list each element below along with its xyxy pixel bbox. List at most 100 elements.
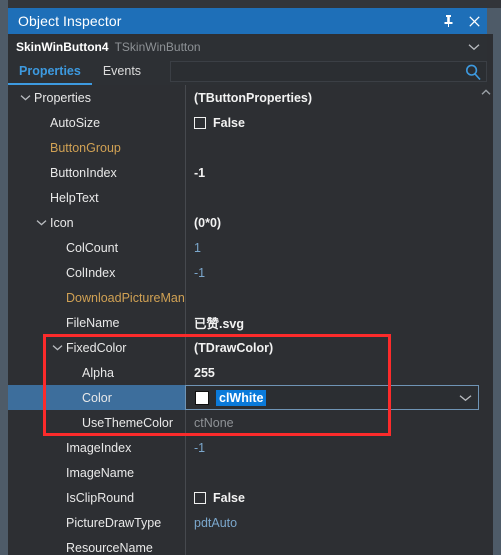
property-row[interactable]: ImageName	[8, 460, 479, 485]
property-value-cell[interactable]: (TDrawColor)	[185, 335, 479, 360]
checkbox-unchecked-icon[interactable]	[194, 491, 206, 504]
object-selector[interactable]: SkinWinButton4 TSkinWinButton	[8, 36, 487, 59]
property-grid[interactable]: Properties (TButtonProperties) AutoSize Fal…	[8, 85, 479, 555]
property-row[interactable]: ImageIndex -1	[8, 435, 479, 460]
property-name-cell[interactable]: ResourceName	[8, 535, 185, 555]
property-name-cell[interactable]: Properties	[8, 85, 185, 110]
property-name-label: ResourceName	[66, 540, 153, 555]
property-row[interactable]: ButtonGroup	[8, 135, 479, 160]
tab-properties[interactable]: Properties	[8, 58, 92, 85]
property-row[interactable]: ColCount 1	[8, 235, 479, 260]
chevron-down-icon[interactable]	[50, 335, 64, 360]
pin-icon[interactable]	[435, 8, 461, 34]
property-name-label: ButtonGroup	[50, 140, 121, 155]
property-value-cell[interactable]: False	[185, 485, 479, 510]
property-name-label: ColIndex	[66, 265, 116, 280]
chevron-up-icon[interactable]	[479, 85, 493, 99]
property-name-cell[interactable]: Alpha	[8, 360, 185, 385]
property-row[interactable]: ButtonIndex -1	[8, 160, 479, 185]
chevron-down-icon[interactable]	[18, 85, 32, 110]
property-value-cell[interactable]: 已赞.svg	[185, 310, 479, 335]
property-value-cell[interactable]: False	[185, 110, 479, 135]
property-row[interactable]: ResourceName	[8, 535, 479, 555]
property-value-text: ctNone	[194, 415, 234, 430]
property-name-cell[interactable]: ColCount	[8, 235, 185, 260]
property-name-cell[interactable]: FileName	[8, 310, 185, 335]
property-value-text: False	[213, 490, 245, 505]
property-row[interactable]: Alpha 255	[8, 360, 479, 385]
property-value-cell[interactable]: ctNone	[185, 410, 479, 435]
property-value-cell[interactable]: -1	[185, 260, 479, 285]
property-name-cell[interactable]: ColIndex	[8, 260, 185, 285]
page-title: Object Inspector	[18, 13, 122, 29]
property-value-cell[interactable]: 1	[185, 235, 479, 260]
property-name-label: IsClipRound	[66, 490, 135, 505]
property-row[interactable]: DownloadPictureMana	[8, 285, 479, 310]
property-name-cell[interactable]: Color	[8, 385, 185, 410]
property-row[interactable]: AutoSize False	[8, 110, 479, 135]
object-class: TSkinWinButton	[114, 40, 201, 54]
chevron-down-icon[interactable]	[452, 394, 478, 402]
property-name-label: DownloadPictureMana	[66, 290, 185, 305]
property-value-cell[interactable]: 255	[185, 360, 479, 385]
property-name-cell[interactable]: UseThemeColor	[8, 410, 185, 435]
property-name-label: Properties	[34, 90, 91, 105]
property-name-label: ButtonIndex	[50, 165, 117, 180]
search-input[interactable]	[171, 62, 486, 81]
property-row[interactable]: IsClipRound False	[8, 485, 479, 510]
property-value-cell[interactable]	[185, 535, 479, 555]
property-row[interactable]: Properties (TButtonProperties)	[8, 85, 479, 110]
property-name-cell[interactable]: ImageName	[8, 460, 185, 485]
top-strip	[0, 0, 501, 8]
search-field[interactable]	[170, 61, 487, 82]
property-row[interactable]: ColIndex -1	[8, 260, 479, 285]
property-row[interactable]: HelpText	[8, 185, 479, 210]
vertical-scrollbar[interactable]	[479, 85, 493, 555]
property-name-cell[interactable]: HelpText	[8, 185, 185, 210]
property-value-cell[interactable]: (TButtonProperties)	[185, 85, 479, 110]
color-combobox-value: clWhite	[216, 389, 267, 406]
property-value-text: 1	[194, 240, 201, 255]
property-name-cell[interactable]: ImageIndex	[8, 435, 185, 460]
property-name-cell[interactable]: FixedColor	[8, 335, 185, 360]
color-combobox-editor[interactable]: clWhite	[185, 385, 479, 410]
checkbox-unchecked-icon[interactable]	[194, 116, 206, 129]
property-value-cell[interactable]: (0*0)	[185, 210, 479, 235]
right-edge-strip	[493, 8, 501, 555]
property-row[interactable]: UseThemeColor ctNone	[8, 410, 479, 435]
property-name-cell[interactable]: AutoSize	[8, 110, 185, 135]
color-combobox-content: clWhite	[186, 389, 452, 406]
property-value-cell[interactable]: -1	[185, 160, 479, 185]
property-row[interactable]: Icon (0*0)	[8, 210, 479, 235]
chevron-down-icon[interactable]	[34, 210, 48, 235]
search-icon[interactable]	[464, 63, 482, 84]
scrollbar-thumb[interactable]	[480, 101, 492, 217]
property-value-cell[interactable]	[185, 135, 479, 160]
property-name-cell[interactable]: ButtonGroup	[8, 135, 185, 160]
title-bar-right-pad	[487, 8, 501, 34]
property-row[interactable]: FileName 已赞.svg	[8, 310, 479, 335]
property-name-cell[interactable]: IsClipRound	[8, 485, 185, 510]
title-bar: Object Inspector	[8, 8, 487, 34]
close-icon[interactable]	[461, 8, 487, 34]
property-name-label: ColCount	[66, 240, 119, 255]
property-value-text: pdtAuto	[194, 515, 238, 530]
property-value-cell[interactable]	[185, 285, 479, 310]
property-value-cell[interactable]: -1	[185, 435, 479, 460]
property-value-cell[interactable]: pdtAuto	[185, 510, 479, 535]
property-name-cell[interactable]: Icon	[8, 210, 185, 235]
property-value-text: False	[213, 115, 245, 130]
property-row[interactable]: PictureDrawType pdtAuto	[8, 510, 479, 535]
property-value-cell[interactable]	[185, 460, 479, 485]
property-name-label: ImageIndex	[66, 440, 132, 455]
property-name-label: FileName	[66, 315, 120, 330]
chevron-down-icon[interactable]	[461, 43, 487, 51]
property-row[interactable]: FixedColor (TDrawColor)	[8, 335, 479, 360]
property-value-cell[interactable]	[185, 185, 479, 210]
tab-events[interactable]: Events	[92, 58, 152, 85]
property-name-cell[interactable]: ButtonIndex	[8, 160, 185, 185]
column-divider	[185, 85, 186, 555]
property-value-text: -1	[194, 265, 206, 280]
property-name-cell[interactable]: PictureDrawType	[8, 510, 185, 535]
property-name-cell[interactable]: DownloadPictureMana	[8, 285, 185, 310]
